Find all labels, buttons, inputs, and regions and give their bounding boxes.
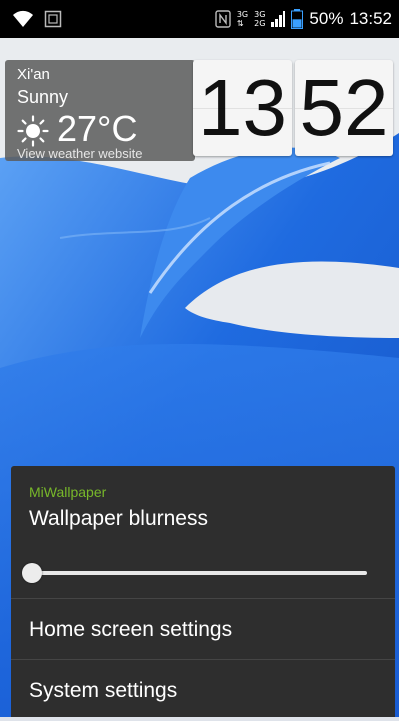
sun-icon [17,115,49,147]
status-time: 13:52 [349,9,392,28]
network-type-label: 3G [236,10,249,19]
network-type-top: 3G [254,10,266,19]
panel-app-name: MiWallpaper [29,484,107,500]
panel-setting-title: Wallpaper blurness [29,507,208,530]
slider-thumb[interactable] [22,563,42,583]
wifi-icon [13,10,33,27]
signal-icon [271,11,286,27]
network-type-bottom: 2G [254,19,266,28]
menu-item-label: Home screen settings [29,618,233,641]
battery-icon [291,9,304,29]
wallpaper-settings-panel: MiWallpaper Wallpaper blurness Home scre… [11,466,395,717]
slider-track[interactable] [34,571,367,575]
screenshot-icon [44,10,62,28]
network-indicator-left: 3G ⇅ [237,10,248,28]
weather-temperature: 27°C [57,108,138,149]
home-screen-settings-item[interactable]: Home screen settings [11,600,395,660]
system-settings-item[interactable]: System settings [11,661,395,721]
clock-hours[interactable]: 13 [193,60,292,156]
weather-widget[interactable]: Xi'an Sunny 27°C View weather website [5,60,195,161]
clock-split-line [193,108,292,109]
weather-website-link[interactable]: View weather website [17,146,143,161]
status-bar: 3G ⇅ 3G 2G 50% 13:52 [0,0,399,38]
nfc-icon [215,10,231,28]
divider [11,598,395,599]
network-arrows: ⇅ [236,19,244,28]
clock-minutes[interactable]: 52 [295,60,393,156]
clock-split-line [295,108,393,109]
network-indicator: 3G 2G [254,10,265,28]
menu-item-label: System settings [29,679,178,702]
divider [11,659,395,660]
blurness-slider[interactable] [22,561,367,585]
weather-condition: Sunny [17,87,69,107]
weather-city: Xi'an [17,66,50,83]
battery-percentage: 50% [309,9,344,28]
